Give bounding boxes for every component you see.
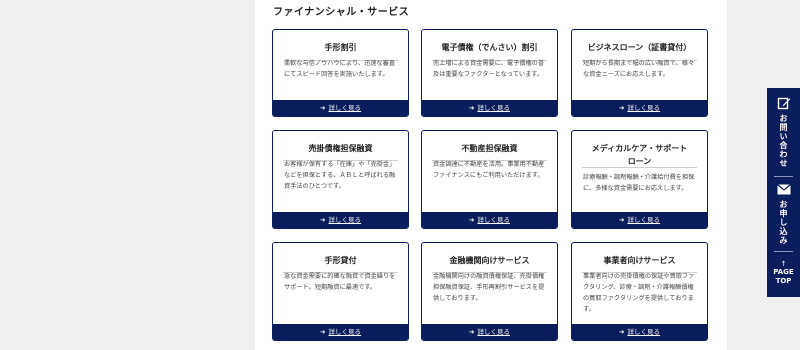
- card-description: 売上増による資金需要に、電子債権の普及は重要なファクターとなっています。: [433, 60, 545, 78]
- section-title: ファイナンシャル・サービス: [273, 7, 410, 18]
- service-card: 電子債権（でんさい）割引 売上増による資金需要に、電子債権の普及は重要なファクタ…: [421, 29, 558, 117]
- service-card: 金融機関向けサービス 金融機関向けの融資債権保証、売掛債権担保融資保証、手形再割…: [421, 242, 558, 341]
- arrow-right-icon: ➔: [320, 328, 326, 336]
- card-title: 売掛債権担保融資: [308, 144, 373, 153]
- more-button[interactable]: ➔ 詳しく見る: [273, 100, 408, 116]
- apply-label: お申し込み: [779, 200, 788, 245]
- page-top-label-line2: TOP: [775, 277, 792, 285]
- floating-sidebar: お問い合わせ お申し込み ↑ PAGE TOP: [767, 88, 800, 297]
- card-title: 不動産担保融資: [461, 144, 518, 153]
- sidebar-divider: [774, 251, 793, 252]
- service-card: 手形割引 柔軟な与信ノウハウにより、迅速な審査にてスピード回答を実施いたします。…: [272, 29, 409, 117]
- card-divider: [582, 167, 697, 168]
- arrow-right-icon: ➔: [619, 104, 625, 112]
- more-button[interactable]: ➔ 詳しく見る: [422, 100, 557, 116]
- contact-button[interactable]: お問い合わせ: [767, 96, 800, 174]
- more-button[interactable]: ➔ 詳しく見る: [273, 324, 408, 340]
- page-top-button[interactable]: ↑ PAGE TOP: [767, 260, 800, 294]
- contact-label: お問い合わせ: [779, 114, 788, 168]
- card-description: 事業者向けの売掛債権の保証や買取ファクタリング、診療・調剤・介護報酬債権の買取フ…: [583, 273, 695, 313]
- edit-icon: [777, 97, 790, 110]
- card-title: メディカルケア・サポートローン: [591, 144, 688, 166]
- card-title: 金融機関向けサービス: [449, 256, 530, 265]
- card-title: 事業者向けサービス: [603, 256, 676, 265]
- arrow-right-icon: ➔: [619, 216, 625, 224]
- card-description: 短期から長期まで幅の広い融資で、様々な資金ニーズにお応えします。: [583, 60, 695, 78]
- card-description: 急な資金需要に的確な融資で資金繰りをサポート。短期融資に最適です。: [284, 273, 396, 291]
- more-button[interactable]: ➔ 詳しく見る: [422, 212, 557, 228]
- more-button[interactable]: ➔ 詳しく見る: [572, 100, 707, 116]
- card-title: 手形割引: [324, 43, 357, 52]
- service-card: ビジネスローン（証書貸付） 短期から長期まで幅の広い融資で、様々な資金ニーズにお…: [571, 29, 708, 117]
- arrow-right-icon: ➔: [320, 104, 326, 112]
- service-card: 不動産担保融資 資金調達に不動産を活用。事業用不動産ファイナンスにもご利用いただ…: [421, 130, 558, 229]
- arrow-right-icon: ➔: [619, 328, 625, 336]
- card-description: 資金調達に不動産を活用。事業用不動産ファイナンスにもご利用いただけます。: [433, 161, 545, 179]
- more-button[interactable]: ➔ 詳しく見る: [572, 212, 707, 228]
- service-card: メディカルケア・サポートローン 診療報酬・調剤報酬・介護給付費を担保に、多様な資…: [571, 130, 708, 229]
- card-description: 金融機関向けの融資債権保証、売掛債権担保融資保証、手形再割引サービスを提供してお…: [433, 273, 545, 302]
- card-description: お客様が保有する「在庫」や「売掛金」などを担保とする、ＡＢＬと呼ばれる融資手法の…: [284, 161, 396, 190]
- page-top-label-line1: PAGE: [773, 268, 794, 276]
- arrow-right-icon: ➔: [320, 216, 326, 224]
- card-description: 診療報酬・調剤報酬・介護給付費を担保に、多様な資金需要にお応えします。: [583, 174, 695, 192]
- sidebar-divider: [774, 176, 793, 177]
- arrow-right-icon: ➔: [469, 328, 475, 336]
- service-card: 事業者向けサービス 事業者向けの売掛債権の保証や買取ファクタリング、診療・調剤・…: [571, 242, 708, 341]
- more-button[interactable]: ➔ 詳しく見る: [572, 324, 707, 340]
- more-button[interactable]: ➔ 詳しく見る: [273, 212, 408, 228]
- card-description: 柔軟な与信ノウハウにより、迅速な審査にてスピード回答を実施いたします。: [284, 60, 396, 78]
- arrow-up-icon: ↑: [780, 260, 787, 268]
- arrow-right-icon: ➔: [469, 104, 475, 112]
- service-card: 売掛債権担保融資 お客様が保有する「在庫」や「売掛金」などを担保とする、ＡＢＬと…: [272, 130, 409, 229]
- apply-button[interactable]: お申し込み: [767, 184, 800, 245]
- card-title: ビジネスローン（証書貸付）: [587, 43, 692, 52]
- service-card: 手形貸付 急な資金需要に的確な融資で資金繰りをサポート。短期融資に最適です。 ➔…: [272, 242, 409, 341]
- card-title: 手形貸付: [324, 256, 357, 265]
- arrow-right-icon: ➔: [469, 216, 475, 224]
- more-button[interactable]: ➔ 詳しく見る: [422, 324, 557, 340]
- card-title: 電子債権（でんさい）割引: [441, 43, 538, 52]
- mail-icon: [776, 184, 791, 195]
